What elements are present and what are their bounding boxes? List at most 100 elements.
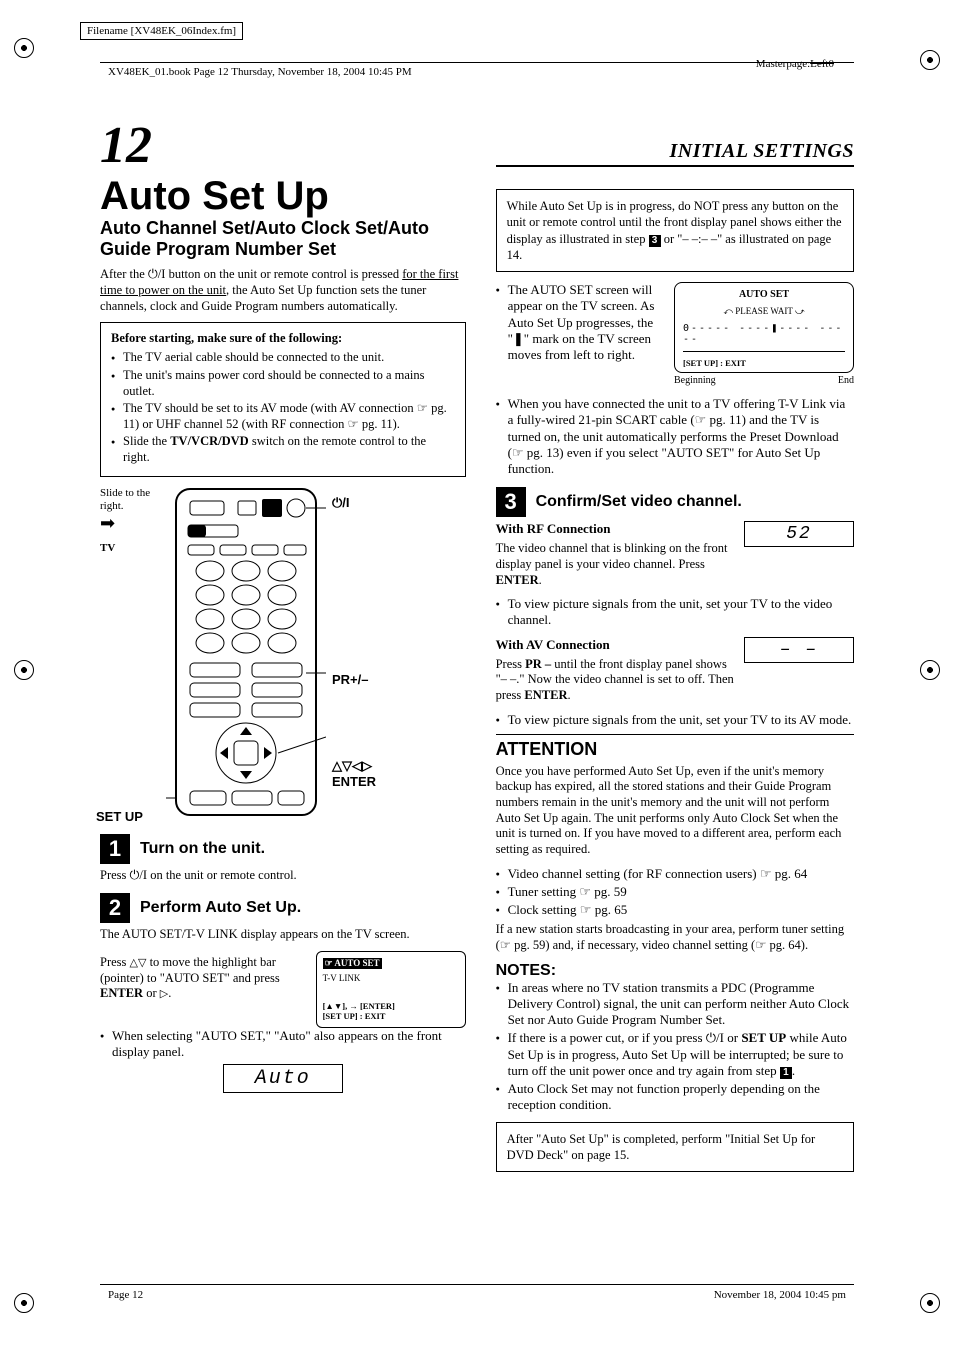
- rf-row: With RF Connection The video channel tha…: [496, 521, 854, 596]
- autoset-progress-bullet: The AUTO SET screen will appear on the T…: [496, 282, 664, 365]
- notes-item: Auto Clock Set may not function properly…: [496, 1081, 854, 1114]
- autoset-progress-screen: AUTO SET ⤺ PLEASE WAIT ⤻ 0----- ----❚---…: [674, 282, 854, 373]
- footer-right: November 18, 2004 10:45 pm: [714, 1289, 846, 1301]
- av-bullets: To view picture signals from the unit, s…: [496, 712, 854, 728]
- power-icon: ⏻/I: [148, 267, 166, 281]
- arrow-right-icon: ➡: [100, 513, 160, 534]
- rf-bullets: To view picture signals from the unit, s…: [496, 596, 854, 629]
- attention-bullet: Clock setting ☞ pg. 65: [496, 902, 854, 918]
- av-bullet: To view picture signals from the unit, s…: [496, 712, 854, 728]
- subtitle: Auto Channel Set/Auto Clock Set/Auto Gui…: [100, 218, 466, 259]
- sc-option: T-V LINK: [323, 973, 459, 983]
- t: PLEASE WAIT: [735, 306, 792, 316]
- lcd-52: 52: [744, 521, 854, 547]
- slide-right-label: Slide to the right.: [100, 487, 160, 513]
- warning-box: While Auto Set Up is in progress, do NOT…: [496, 189, 854, 272]
- before-item: The unit's mains power cord should be co…: [111, 368, 455, 399]
- rf-heading: With RF Connection: [496, 521, 734, 537]
- as-wait: ⤺ PLEASE WAIT ⤻: [683, 306, 845, 317]
- main-title: Auto Set Up: [100, 176, 466, 216]
- step-3-title: Confirm/Set video channel.: [536, 493, 742, 511]
- page-number-large: 12: [100, 120, 466, 172]
- footer-left: Page 12: [108, 1289, 143, 1301]
- step-3-row: 3 Confirm/Set video channel.: [496, 487, 854, 517]
- registration-mark-icon: [14, 38, 34, 58]
- rf-body: The video channel that is blinking on th…: [496, 541, 734, 588]
- sc-foot2: [SET UP] : EXIT: [323, 1011, 459, 1021]
- left-column: 12 Auto Set Up Auto Channel Set/Auto Clo…: [100, 120, 466, 1261]
- masterpage-value: Left0: [810, 58, 834, 70]
- header-rule: [100, 62, 854, 63]
- section-header: INITIAL SETTINGS: [496, 140, 854, 167]
- tv-label: TV: [100, 542, 160, 555]
- tvlink-bullet-list: When you have connected the unit to a TV…: [496, 396, 854, 477]
- notes-item: In areas where no TV station transmits a…: [496, 980, 854, 1029]
- header-text: XV48EK_01.book Page 12 Thursday, Novembe…: [108, 66, 412, 78]
- step-2-number: 2: [100, 893, 130, 923]
- progress-bullet: The AUTO SET screen will appear on the T…: [496, 282, 664, 363]
- before-list: The TV aerial cable should be connected …: [111, 350, 455, 465]
- final-box: After "Auto Set Up" is completed, perfor…: [496, 1122, 854, 1173]
- step-ref-icon: 3: [649, 235, 661, 247]
- autoset-menu-screen: ☞ AUTO SET T-V LINK [▲▼], → [ENTER] [SET…: [316, 951, 466, 1028]
- registration-mark-icon: [920, 660, 940, 680]
- content-area: 12 Auto Set Up Auto Channel Set/Auto Clo…: [100, 120, 854, 1261]
- callout-power: ⏻/I: [332, 495, 376, 511]
- sc-title: ☞ AUTO SET: [323, 958, 382, 969]
- registration-mark-icon: [920, 50, 940, 70]
- step-1-title: Turn on the unit.: [140, 840, 265, 858]
- callout-enter: ENTER: [332, 774, 376, 789]
- step-1-number: 1: [100, 834, 130, 864]
- end-label: End: [838, 375, 854, 386]
- step-3-number: 3: [496, 487, 526, 517]
- intro-mid: button on the unit or remote control is …: [165, 267, 402, 281]
- before-item: The TV aerial cable should be connected …: [111, 350, 455, 366]
- step-2-row: 2 Perform Auto Set Up.: [100, 893, 466, 923]
- registration-mark-icon: [920, 1293, 940, 1313]
- remote-svg-icon: [166, 487, 326, 817]
- registration-mark-icon: [14, 660, 34, 680]
- intro-paragraph: After the ⏻/I button on the unit or remo…: [100, 267, 466, 314]
- tvlink-bullet: When you have connected the unit to a TV…: [496, 396, 854, 477]
- before-starting-box: Before starting, make sure of the follow…: [100, 322, 466, 476]
- notes-item: If there is a power cut, or if you press…: [496, 1030, 854, 1079]
- attention-bullets: Video channel setting (for RF connection…: [496, 866, 854, 919]
- masterpage-label: Masterpage:Left0: [756, 58, 834, 70]
- callout-arrows: △▽◁▷: [332, 758, 376, 774]
- sc-foot1: [▲▼], → [ENTER]: [323, 1001, 459, 1011]
- notes-list: In areas where no TV station transmits a…: [496, 980, 854, 1114]
- step-2-move: Press △▽ to move the highlight bar (poin…: [100, 955, 306, 1002]
- masterpage-text: Masterpage:: [756, 58, 810, 70]
- step-2-desc: The AUTO SET/T-V LINK display appears on…: [100, 927, 466, 943]
- as-exit: [SET UP] : EXIT: [683, 358, 845, 368]
- begin-label: Beginning: [674, 375, 716, 386]
- attention-bullet: Video channel setting (for RF connection…: [496, 866, 854, 882]
- t: Press: [100, 868, 130, 882]
- av-body: Press PR – until the front display panel…: [496, 657, 734, 704]
- power-icon: ⏻/I: [130, 868, 148, 882]
- attention-body: Once you have performed Auto Set Up, eve…: [496, 764, 854, 858]
- before-heading: Before starting, make sure of the follow…: [111, 331, 455, 346]
- remote-illustration: Slide to the right. ➡ TV: [100, 487, 466, 827]
- attention-bullet: Tuner setting ☞ pg. 59: [496, 884, 854, 900]
- lcd-dashes: – –: [744, 637, 854, 663]
- lcd-auto: Auto: [223, 1064, 343, 1093]
- step-1-row: 1 Turn on the unit.: [100, 834, 466, 864]
- footer-rule: [100, 1284, 854, 1285]
- before-item: Slide the TV/VCR/DVD switch on the remot…: [111, 434, 455, 465]
- filename-box: Filename [XV48EK_06Index.fm]: [80, 22, 243, 40]
- step-2-bullet: When selecting "AUTO SET," "Auto" also a…: [100, 1028, 466, 1061]
- right-column: INITIAL SETTINGS While Auto Set Up is in…: [496, 120, 854, 1261]
- callout-pr: PR+/–: [332, 672, 376, 687]
- autoset-progress-row: The AUTO SET screen will appear on the T…: [496, 282, 854, 386]
- attention-tail: If a new station starts broadcasting in …: [496, 922, 854, 953]
- progress-labels: Beginning End: [674, 375, 854, 386]
- step-2-flex: Press △▽ to move the highlight bar (poin…: [100, 951, 466, 1028]
- notes-heading: NOTES:: [496, 962, 854, 980]
- step-2-bullets: When selecting "AUTO SET," "Auto" also a…: [100, 1028, 466, 1061]
- step-1-body: Press ⏻/I on the unit or remote control.: [100, 868, 466, 884]
- attention-heading: ATTENTION: [496, 734, 854, 760]
- registration-mark-icon: [14, 1293, 34, 1313]
- av-heading: With AV Connection: [496, 637, 734, 653]
- av-row: With AV Connection Press PR – until the …: [496, 637, 854, 712]
